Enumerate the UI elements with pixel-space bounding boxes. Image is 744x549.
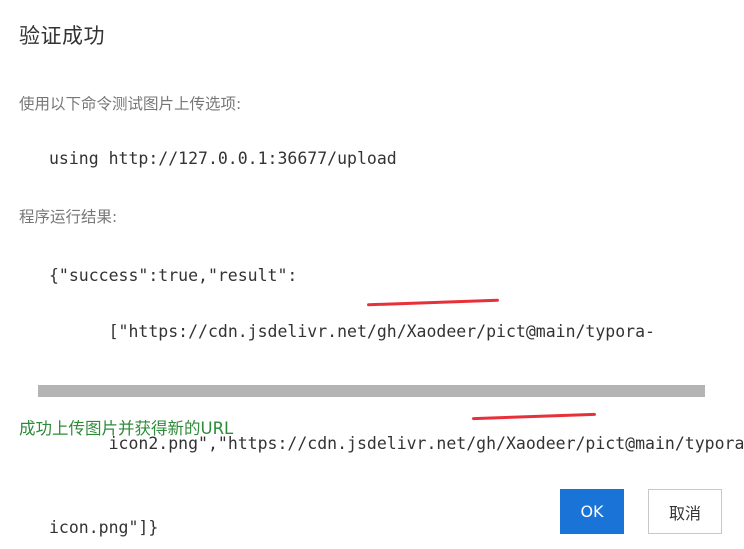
- redaction-mark: [366, 298, 500, 307]
- horizontal-scrollbar[interactable]: [38, 385, 705, 397]
- result-output: {"success":true,"result": ["https://cdn.…: [49, 262, 744, 542]
- upload-verification-dialog: 验证成功 使用以下命令测试图片上传选项: using http://127.0.…: [0, 0, 744, 549]
- cancel-button[interactable]: 取消: [648, 489, 722, 534]
- redaction-mark: [471, 412, 597, 421]
- dialog-title: 验证成功: [19, 24, 105, 48]
- result-label: 程序运行结果:: [19, 208, 118, 226]
- success-message: 成功上传图片并获得新的URL: [19, 419, 234, 438]
- ok-button[interactable]: OK: [560, 489, 624, 534]
- command-text: using http://127.0.0.1:36677/upload: [49, 149, 397, 168]
- result-line-text: ["https://cdn.jsdelivr.net/gh/Xaodeer/pi…: [108, 322, 655, 341]
- command-label: 使用以下命令测试图片上传选项:: [19, 95, 242, 113]
- result-line: {"success":true,"result":: [49, 266, 298, 285]
- result-line: icon.png"]}: [49, 518, 159, 537]
